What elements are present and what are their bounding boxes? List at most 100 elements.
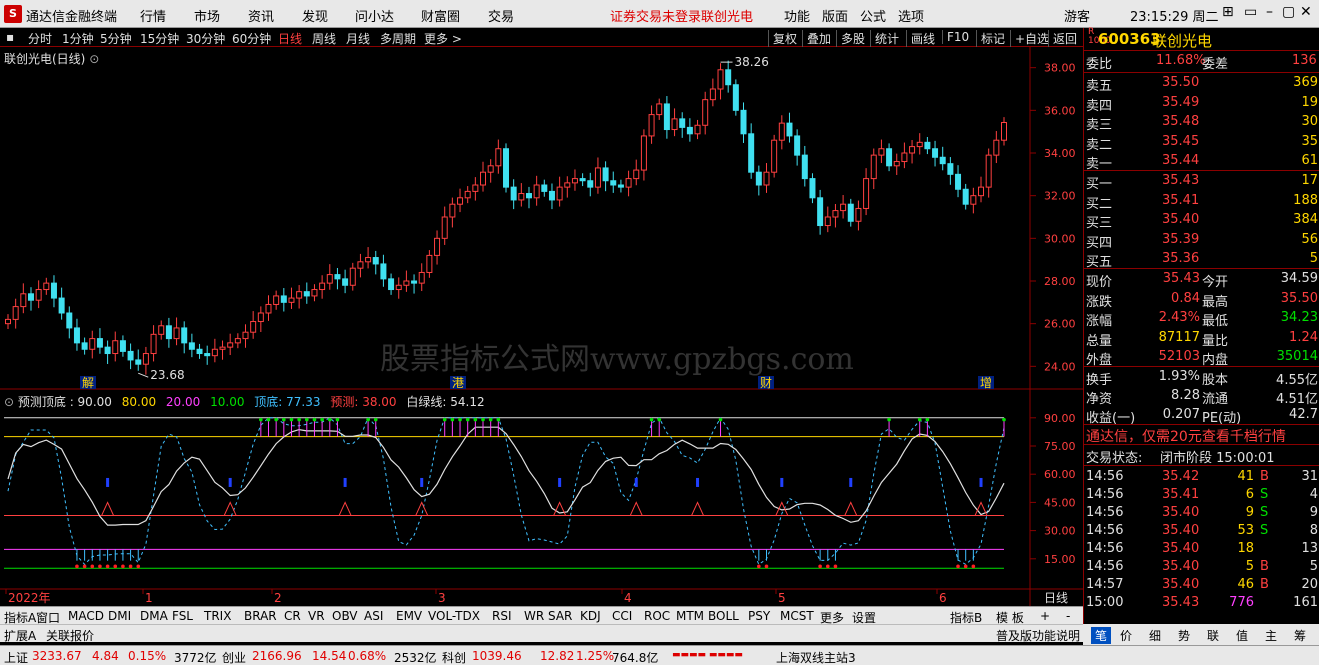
period-5min[interactable]: 5分钟 (100, 30, 132, 47)
menu-zixun[interactable]: 资讯 (248, 6, 274, 25)
candle-body (480, 171, 487, 186)
period-15min[interactable]: 15分钟 (140, 30, 179, 47)
indicator-tab[interactable]: ASI (364, 609, 383, 623)
period-fenshi[interactable]: 分时 (28, 30, 52, 47)
menu-banmian[interactable]: 版面 (822, 6, 848, 25)
oversold-dot (105, 564, 110, 569)
quote-tab[interactable]: 势 (1178, 627, 1190, 644)
maximize-icon[interactable]: ▢ (1282, 4, 1295, 20)
indicator-tab[interactable]: OBV (332, 609, 358, 623)
indicator-tab[interactable]: WR (524, 609, 544, 623)
stat2-label: 净资 (1086, 392, 1113, 407)
buy-signal-mark (343, 477, 347, 487)
warning-stock[interactable]: 联创光电 (701, 6, 753, 25)
bid-price: 35.39 (1162, 231, 1200, 247)
server-name[interactable]: 上海双线主站3 (776, 649, 856, 665)
candle-body (824, 216, 831, 227)
grid-icon[interactable]: ⊞ (1222, 4, 1234, 20)
tool-diejia[interactable]: 叠加 (802, 30, 831, 47)
overbought-dot (266, 417, 271, 422)
linked-quote-tab[interactable]: 关联报价 (46, 627, 94, 644)
restore-icon[interactable]: ▭ (1244, 4, 1257, 20)
minimize-icon[interactable]: – (1266, 4, 1273, 20)
menu-caifuquan[interactable]: 财富圈 (421, 6, 460, 25)
menu-xuanxiang[interactable]: 选项 (898, 6, 924, 25)
signal-spike (415, 501, 429, 516)
quote-tab[interactable]: 价 (1120, 627, 1132, 644)
quote-tab[interactable]: 联 (1207, 627, 1219, 644)
period-more[interactable]: 更多 > (424, 30, 462, 47)
quote-tab[interactable]: 主 (1265, 627, 1277, 644)
ad-banner[interactable]: 通达信，仅需20元查看千档行情 (1086, 426, 1286, 446)
tool-huaxian[interactable]: 画线 (906, 30, 935, 47)
candle-body (518, 193, 525, 201)
menu-hangqing[interactable]: 行情 (140, 6, 166, 25)
menu-gongshi[interactable]: 公式 (860, 6, 886, 25)
indicator-tab[interactable]: CR (284, 609, 301, 623)
indicator-tab[interactable]: BRAR (244, 609, 277, 623)
period-1min[interactable]: 1分钟 (62, 30, 94, 47)
tool-tongji[interactable]: 统计 (870, 30, 899, 47)
quote-tab[interactable]: 笔 (1091, 627, 1112, 644)
indicator-tab[interactable]: EMV (396, 609, 422, 623)
kc-label[interactable]: 科创 (442, 649, 466, 665)
indicator-tab[interactable]: MACD (68, 609, 104, 623)
menu-gongneng[interactable]: 功能 (784, 6, 810, 25)
menu-toggle-icon[interactable]: ▪ (6, 30, 14, 44)
quote-tab[interactable]: 值 (1236, 627, 1248, 644)
candle-body (801, 154, 808, 180)
indicator-tab[interactable]: DMI (108, 609, 131, 623)
indicator-tab[interactable]: CCI (612, 609, 632, 623)
indicator-tab[interactable]: DMA (140, 609, 168, 623)
indicator-tab[interactable]: MTM (676, 609, 704, 623)
indicator-tab[interactable]: VR (308, 609, 325, 623)
period-weekly[interactable]: 周线 (312, 30, 336, 47)
indicator-tab[interactable]: RSI (492, 609, 512, 623)
period-60min[interactable]: 60分钟 (232, 30, 271, 47)
quote-tab[interactable]: 筹 (1294, 627, 1306, 644)
indicator-tab[interactable]: FSL (172, 609, 193, 623)
period-monthly[interactable]: 月线 (346, 30, 370, 47)
tool-f10[interactable]: F10 (942, 30, 969, 44)
period-daily[interactable]: 日线 (278, 30, 302, 47)
help-link[interactable]: 普及版功能说明 (996, 627, 1080, 644)
tool-fanhui[interactable]: 返回 (1048, 30, 1077, 47)
indicator-tab[interactable]: VOL-TDX (428, 609, 480, 623)
cy-label[interactable]: 创业 (222, 649, 246, 665)
indicator-tab[interactable]: PSY (748, 609, 770, 623)
indicator-tab[interactable]: SAR (548, 609, 572, 623)
legend-yuce: 预测: 38.00 (330, 395, 397, 409)
tool-zixuan[interactable]: +自选 (1010, 30, 1049, 47)
candle-body (617, 184, 624, 188)
chart-title: 联创光电(日线) ⊙ (4, 50, 99, 67)
indicator-tab[interactable]: MCST (780, 609, 814, 623)
candle-body (564, 182, 571, 188)
indicator-tab[interactable]: TRIX (204, 609, 231, 623)
indicator-tab[interactable]: ROC (644, 609, 670, 623)
chart-area[interactable]: 38.00 36.00 34.00 32.00 30.00 28.00 26.00 24.00… (0, 47, 1083, 606)
sh-label[interactable]: 上证 (4, 649, 28, 665)
menu-wenxiaoda[interactable]: 问小达 (355, 6, 394, 25)
user-label[interactable]: 游客 (1064, 6, 1090, 25)
indicator-tab-right[interactable]: - (1066, 609, 1070, 623)
indicator-tab-right[interactable]: + (1040, 609, 1050, 623)
menu-shichang[interactable]: 市场 (194, 6, 220, 25)
period-multi[interactable]: 多周期 (380, 30, 416, 47)
indicator-tab[interactable]: BOLL (708, 609, 739, 623)
tool-fuquan[interactable]: 复权 (768, 30, 797, 47)
stat-label: 涨幅 (1086, 314, 1113, 329)
candle-body (234, 338, 241, 344)
candle-body (886, 148, 893, 167)
indicator-tab[interactable]: KDJ (580, 609, 601, 623)
indicator-menu-icon[interactable]: ⊙ (4, 395, 18, 409)
dropdown-icon[interactable]: ⊙ (89, 52, 99, 66)
login-warning[interactable]: 证券交易未登录 (610, 6, 701, 25)
ext-a-tab[interactable]: 扩展A (4, 627, 36, 644)
tool-biaoji[interactable]: 标记 (976, 30, 1005, 47)
close-icon[interactable]: ✕ (1300, 4, 1312, 20)
quote-tab[interactable]: 细 (1149, 627, 1161, 644)
period-30min[interactable]: 30分钟 (186, 30, 225, 47)
menu-jiaoyi[interactable]: 交易 (488, 6, 514, 25)
tool-duogu[interactable]: 多股 (836, 30, 865, 47)
menu-faxian[interactable]: 发现 (302, 6, 328, 25)
